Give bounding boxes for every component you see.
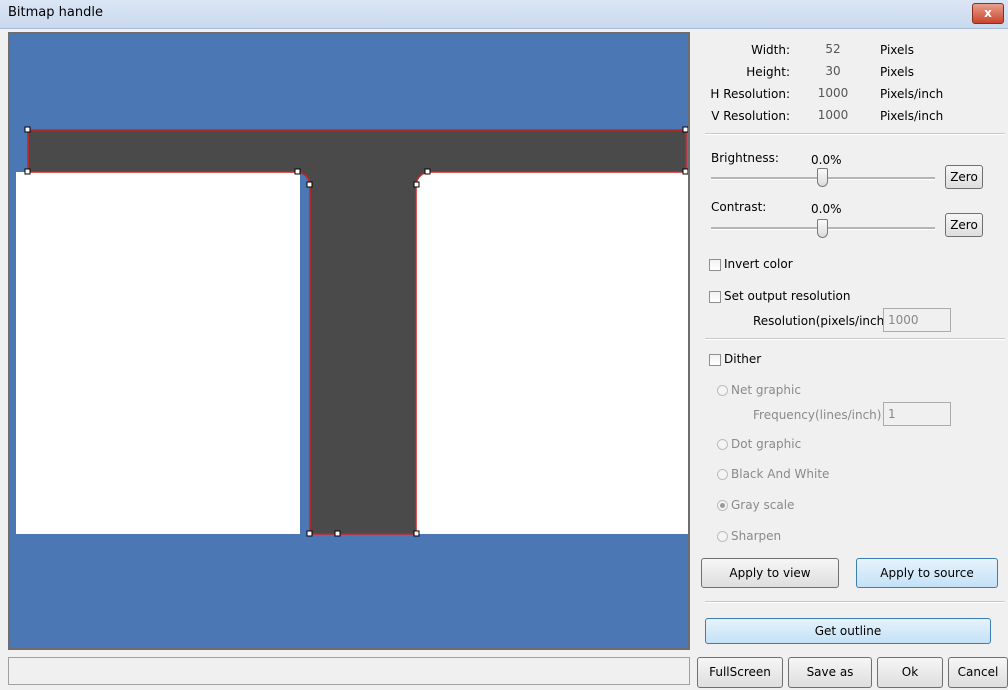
handle-point	[334, 530, 341, 537]
close-icon: x	[984, 6, 992, 20]
contrast-label: Contrast:	[711, 200, 767, 214]
h-resolution-label: H Resolution:	[710, 87, 790, 101]
brightness-label: Brightness:	[711, 151, 779, 165]
gray-scale-label: Gray scale	[731, 498, 795, 512]
height-row: Height: 30 Pixels	[695, 64, 1008, 83]
divider	[705, 338, 1005, 340]
checkbox-box[interactable]	[709, 290, 721, 303]
gray-scale-radio[interactable]: Gray scale	[717, 498, 794, 514]
bitmap-canvas	[10, 34, 688, 648]
handle-point	[413, 530, 420, 537]
net-graphic-radio[interactable]: Net graphic	[717, 383, 801, 399]
handle-point	[424, 168, 431, 175]
invert-color-checkbox[interactable]: Invert color	[709, 257, 793, 273]
set-output-resolution-label: Set output resolution	[724, 289, 851, 303]
radio-button[interactable]	[717, 469, 728, 480]
handle-point	[413, 181, 420, 188]
cancel-button[interactable]: Cancel	[948, 657, 1008, 688]
handle-point	[306, 530, 313, 537]
height-unit: Pixels	[880, 65, 915, 79]
dot-graphic-radio[interactable]: Dot graphic	[717, 437, 801, 453]
handle-point	[24, 126, 31, 133]
handle-point	[294, 168, 301, 175]
dot-graphic-label: Dot graphic	[731, 437, 802, 451]
radio-button-selected[interactable]	[717, 500, 728, 511]
width-unit: Pixels	[880, 43, 915, 57]
width-value: 52	[825, 42, 841, 56]
v-resolution-label: V Resolution:	[711, 109, 790, 123]
resolution-input[interactable]: 1000	[883, 308, 951, 332]
sharpen-label: Sharpen	[731, 529, 782, 543]
v-resolution-row: V Resolution: 1000 Pixels/inch	[695, 108, 1008, 127]
fullscreen-button[interactable]: FullScreen	[697, 657, 783, 688]
brightness-zero-button[interactable]: Zero	[945, 165, 983, 189]
apply-to-view-button[interactable]: Apply to view	[701, 558, 839, 588]
width-label: Width:	[751, 43, 790, 57]
dither-checkbox[interactable]: Dither	[709, 352, 761, 368]
apply-to-source-button[interactable]: Apply to source	[856, 558, 998, 588]
contrast-value: 0.0%	[811, 202, 842, 216]
title-bar: Bitmap handle x	[0, 0, 1008, 29]
ok-button[interactable]: Ok	[877, 657, 943, 688]
white-region-left	[16, 172, 300, 534]
frequency-input[interactable]: 1	[883, 402, 951, 426]
set-output-resolution-checkbox[interactable]: Set output resolution	[709, 289, 851, 305]
divider	[705, 601, 1005, 603]
contrast-slider-thumb[interactable]	[817, 219, 828, 238]
window-title: Bitmap handle	[8, 5, 103, 20]
frequency-label: Frequency(lines/inch):	[753, 408, 886, 422]
save-as-button[interactable]: Save as	[788, 657, 872, 688]
divider	[705, 133, 1005, 135]
sharpen-radio[interactable]: Sharpen	[717, 529, 781, 545]
resolution-label: Resolution(pixels/inch)	[753, 314, 889, 328]
handle-point	[24, 168, 31, 175]
handle-point	[682, 168, 688, 175]
radio-button[interactable]	[717, 531, 728, 542]
v-resolution-unit: Pixels/inch	[880, 109, 944, 123]
invert-color-label: Invert color	[724, 257, 793, 271]
radio-button[interactable]	[717, 439, 728, 450]
h-resolution-row: H Resolution: 1000 Pixels/inch	[695, 86, 1008, 105]
height-value: 30	[825, 64, 841, 78]
brightness-slider-thumb[interactable]	[817, 168, 828, 187]
dither-label: Dither	[724, 352, 762, 366]
status-bar	[8, 657, 690, 685]
handle-point	[682, 126, 688, 133]
black-and-white-label: Black And White	[731, 467, 830, 481]
black-and-white-radio[interactable]: Black And White	[717, 467, 829, 483]
white-region-right	[416, 172, 688, 534]
close-button[interactable]: x	[972, 3, 1004, 24]
height-label: Height:	[746, 65, 790, 79]
net-graphic-label: Net graphic	[731, 383, 801, 397]
checkbox-box[interactable]	[709, 353, 721, 366]
contrast-zero-button[interactable]: Zero	[945, 213, 983, 237]
get-outline-button[interactable]: Get outline	[705, 618, 991, 644]
h-resolution-value: 1000	[817, 86, 849, 100]
width-row: Width: 52 Pixels	[695, 42, 1008, 61]
h-resolution-unit: Pixels/inch	[880, 87, 944, 101]
brightness-value: 0.0%	[811, 153, 842, 167]
v-resolution-value: 1000	[817, 108, 849, 122]
bitmap-preview[interactable]	[8, 32, 690, 650]
handle-point	[306, 181, 313, 188]
radio-button[interactable]	[717, 385, 728, 396]
checkbox-box[interactable]	[709, 258, 721, 271]
settings-panel: Width: 52 Pixels Height: 30 Pixels H Res…	[695, 32, 1008, 647]
